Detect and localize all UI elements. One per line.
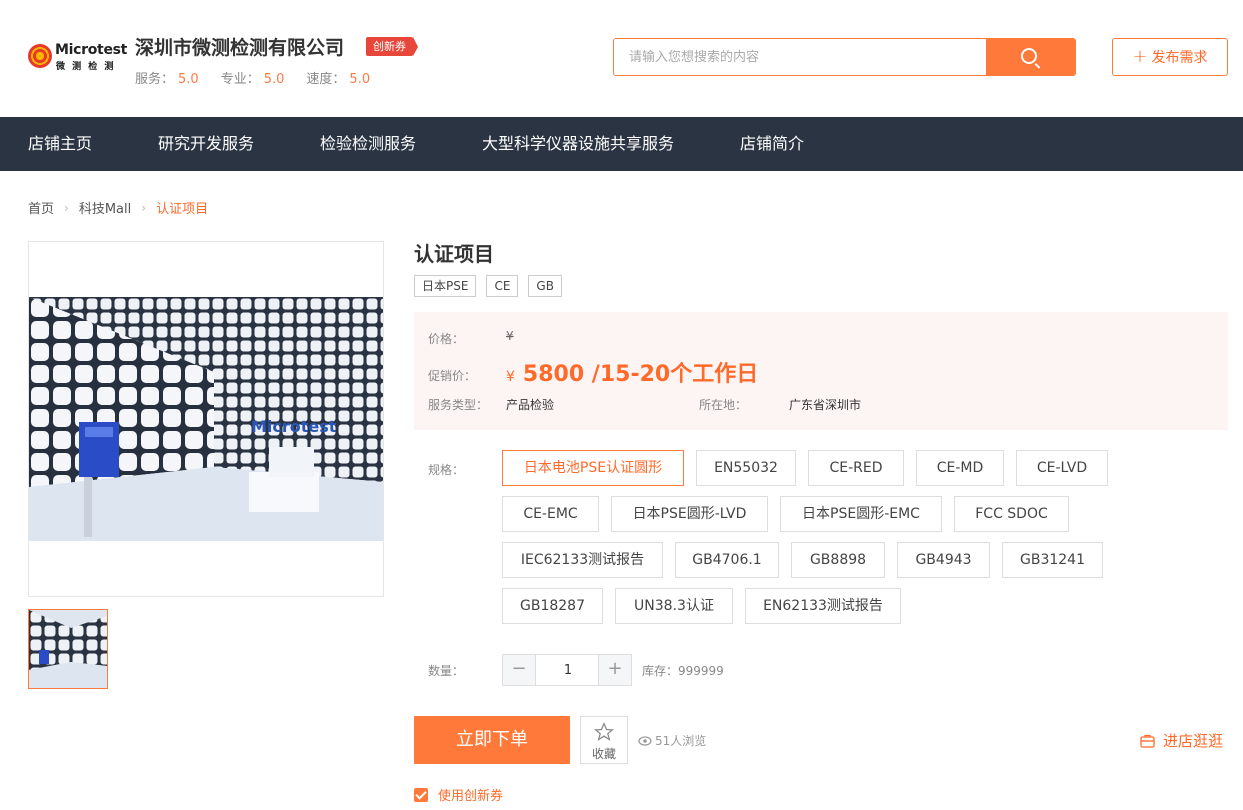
plus-icon: + (1132, 46, 1148, 67)
promo-currency: ¥ (506, 369, 515, 385)
spec-option[interactable]: 日本PSE圆形-EMC (780, 496, 942, 532)
quantity-input[interactable] (537, 655, 599, 685)
favorite-button[interactable]: 收藏 (580, 716, 628, 764)
product-tag: CE (486, 275, 519, 297)
price-panel: 价格： ¥ 促销价： ¥5800 /15-20个工作日 服务类型： 产品检验 所… (414, 312, 1228, 430)
breadcrumb-mall[interactable]: 科技Mall (79, 198, 131, 217)
nav-testing-services[interactable]: 检验检测服务 (320, 117, 416, 171)
spec-option[interactable]: CE-LVD (1016, 450, 1108, 486)
nav-store-home[interactable]: 店铺主页 (28, 117, 92, 171)
publish-demand-button[interactable]: + 发布需求 (1112, 38, 1228, 76)
use-coupon-checkbox[interactable]: 使用创新券 (414, 785, 503, 804)
store-nav: 店铺主页 研究开发服务 检验检测服务 大型科学仪器设施共享服务 店铺简介 (0, 117, 1243, 171)
innovation-coupon-badge: 创新券 (366, 37, 418, 56)
eye-icon (638, 735, 652, 746)
nav-store-intro[interactable]: 店铺简介 (740, 117, 804, 171)
quantity-increase-button[interactable]: + (598, 655, 631, 685)
publish-demand-label: 发布需求 (1151, 50, 1208, 66)
spec-option[interactable]: CE-MD (916, 450, 1004, 486)
search-icon (1021, 48, 1037, 64)
rating-expertise: 专业： 5.0 (220, 72, 285, 87)
quantity-label: 数量： (428, 664, 465, 678)
price-label: 价格： (428, 332, 465, 346)
logo-subtext: 微 测 检 测 (56, 62, 116, 72)
visit-store-label: 进店逛逛 (1163, 732, 1224, 750)
view-count-text: 51人浏览 (655, 734, 707, 748)
photo-watermark-text: Microtest (251, 417, 337, 436)
spec-option[interactable]: 日本电池PSE认证圆形 (502, 450, 684, 486)
product-tag: 日本PSE (414, 275, 477, 297)
store-ratings: 服务： 5.0 专业： 5.0 速度： 5.0 (135, 68, 370, 87)
search-button[interactable] (986, 39, 1075, 75)
spec-option[interactable]: GB18287 (502, 588, 603, 624)
star-icon (594, 722, 614, 741)
spec-label: 规格： (428, 463, 465, 477)
chevron-right-icon: › (141, 200, 147, 215)
visit-store-link[interactable]: 进店逛逛 (1140, 730, 1223, 751)
spec-option[interactable]: GB4943 (897, 542, 990, 578)
spec-option[interactable]: CE-EMC (502, 496, 599, 532)
logo-mark-icon (28, 44, 52, 68)
spec-option[interactable]: IEC62133测试报告 (502, 542, 663, 578)
spec-option[interactable]: 日本PSE圆形-LVD (611, 496, 768, 532)
product-tag: GB (528, 275, 562, 297)
stock-count: 库存：999999 (642, 664, 724, 678)
favorite-label: 收藏 (591, 747, 616, 761)
location-value: 广东省深圳市 (789, 398, 862, 412)
product-thumbnail[interactable] (28, 609, 108, 689)
product-tags: 日本PSE CE GB (414, 275, 562, 297)
logo-text: Microtest (55, 42, 128, 58)
promo-price-label: 促销价： (428, 369, 477, 383)
promo-price: ¥5800 /15-20个工作日 (506, 356, 758, 388)
promo-amount: 5800 /15-20个工作日 (522, 362, 759, 387)
buy-now-button[interactable]: 立即下单 (414, 716, 570, 764)
chevron-right-icon: › (64, 200, 69, 215)
spec-option[interactable]: GB31241 (1002, 542, 1103, 578)
store-logo[interactable]: Microtest 微 测 检 测 (28, 42, 127, 72)
search-input[interactable] (614, 39, 987, 75)
service-type-label: 服务类型： (428, 398, 489, 412)
store-header: Microtest 微 测 检 测 深圳市微测检测有限公司 创新券 服务： 5.0… (0, 0, 1243, 117)
checkbox-checked-icon (414, 787, 428, 802)
store-name[interactable]: 深圳市微测检测有限公司 (135, 33, 344, 60)
nav-rd-services[interactable]: 研究开发服务 (158, 117, 254, 171)
anechoic-chamber-photo: Microtest (29, 297, 383, 541)
spec-option[interactable]: FCC SDOC (954, 496, 1069, 532)
search-bar (613, 38, 1076, 76)
spec-option[interactable]: UN38.3认证 (615, 588, 733, 624)
quantity-decrease-button[interactable]: − (503, 655, 536, 685)
breadcrumb: 首页 › 科技Mall › 认证项目 (28, 198, 209, 218)
location-label: 所在地： (699, 398, 748, 412)
original-price: ¥ (506, 329, 514, 343)
spec-option[interactable]: CE-RED (808, 450, 904, 486)
quantity-stepper: − + (502, 654, 632, 686)
rating-speed: 速度： 5.0 (306, 72, 371, 87)
breadcrumb-current: 认证项目 (156, 202, 209, 217)
use-coupon-label: 使用创新券 (438, 789, 504, 804)
spec-option[interactable]: EN62133测试报告 (745, 588, 901, 624)
product-title: 认证项目 (414, 242, 494, 266)
breadcrumb-home[interactable]: 首页 (28, 198, 54, 217)
store-icon (1140, 734, 1155, 748)
rating-service: 服务： 5.0 (135, 72, 199, 87)
spec-option[interactable]: GB4706.1 (675, 542, 779, 578)
spec-option[interactable]: GB8898 (791, 542, 885, 578)
nav-instrument-sharing[interactable]: 大型科学仪器设施共享服务 (482, 117, 674, 171)
product-main-image[interactable]: Microtest (28, 241, 384, 597)
view-count: 51人浏览 (638, 732, 706, 749)
service-type-value: 产品检验 (506, 398, 555, 412)
spec-option[interactable]: EN55032 (696, 450, 796, 486)
